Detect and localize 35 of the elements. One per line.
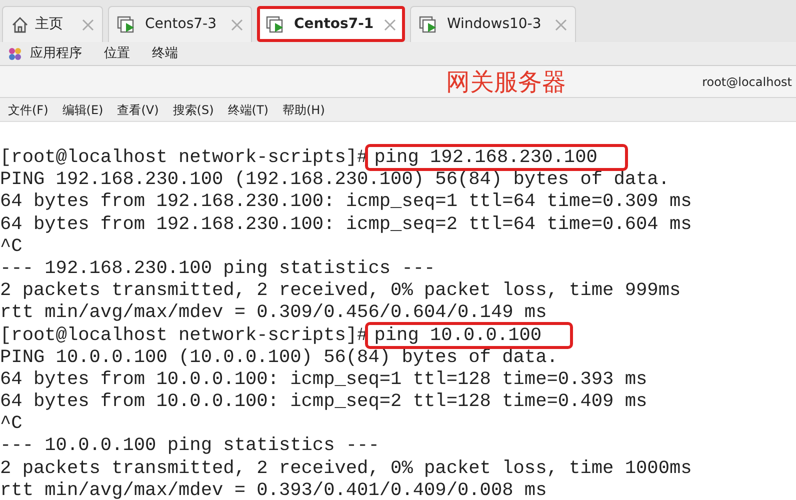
home-icon: [11, 16, 29, 34]
menu-item[interactable]: 终端(T): [228, 100, 268, 118]
apps-icon[interactable]: [8, 46, 22, 60]
annotation-label: 网关服务器: [446, 66, 566, 98]
terminal-line: 64 bytes from 10.0.0.100: icmp_seq=1 ttl=128 time=0.393 ms: [0, 368, 648, 390]
terminal-command: ping 192.168.230.100: [368, 147, 626, 168]
terminal-line: --- 10.0.0.100 ping statistics ---: [0, 435, 380, 456]
terminal-line: rtt min/avg/max/mdev = 0.309/0.456/0.604/0.149 ms: [0, 302, 547, 324]
terminal-line: 64 bytes from 192.168.230.100: icmp_seq=2 ttl=64 time=0.604 ms: [0, 214, 692, 235]
top-bar-menu[interactable]: 终端: [152, 44, 178, 64]
terminal-line: PING 192.168.230.100 (192.168.230.100) 56(84) bytes of data.: [0, 169, 670, 190]
tab[interactable]: Windows10-3: [410, 6, 576, 42]
tab[interactable]: Centos7-3: [108, 6, 252, 42]
menu-item[interactable]: 查看(V): [117, 100, 159, 118]
terminal-line: 2 packets transmitted, 2 received, 0% packet loss, time 1000ms: [0, 458, 692, 479]
terminal-line: ^C: [0, 413, 22, 434]
terminal-command: ping 10.0.0.100: [368, 324, 570, 346]
terminal-prompt: [root@localhost network-scripts]#: [0, 324, 368, 346]
terminal-line: PING 10.0.0.100 (10.0.0.100) 56(84) bytes of data.: [0, 346, 558, 368]
terminal-line: 64 bytes from 192.168.230.100: icmp_seq=1 ttl=64 time=0.309 ms: [0, 191, 692, 212]
menu-item[interactable]: 搜索(S): [172, 100, 214, 118]
terminal-line: 64 bytes from 10.0.0.100: icmp_seq=2 ttl=128 time=0.409 ms: [0, 391, 648, 412]
menu-item[interactable]: 编辑(E): [62, 100, 104, 118]
terminal-line: --- 192.168.230.100 ping statistics ---: [0, 258, 436, 279]
terminal-line: rtt min/avg/max/mdev = 0.393/0.401/0.409/0.008 ms: [0, 480, 547, 500]
tab[interactable]: Centos7-1: [257, 6, 405, 42]
top-bar-menu[interactable]: 应用程序: [30, 44, 82, 64]
top-bar-menu[interactable]: 位置: [104, 44, 130, 64]
tab[interactable]: 主页: [2, 6, 103, 42]
window-title: root@localhost: [702, 74, 792, 90]
terminal-line: 2 packets transmitted, 2 received, 0% packet loss, time 999ms: [0, 280, 681, 302]
menu-item[interactable]: 帮助(H): [282, 100, 325, 118]
terminal-prompt: [root@localhost network-scripts]#: [0, 147, 368, 168]
terminal-line: ^C: [0, 236, 22, 257]
menu-item[interactable]: 文件(F): [8, 100, 48, 118]
